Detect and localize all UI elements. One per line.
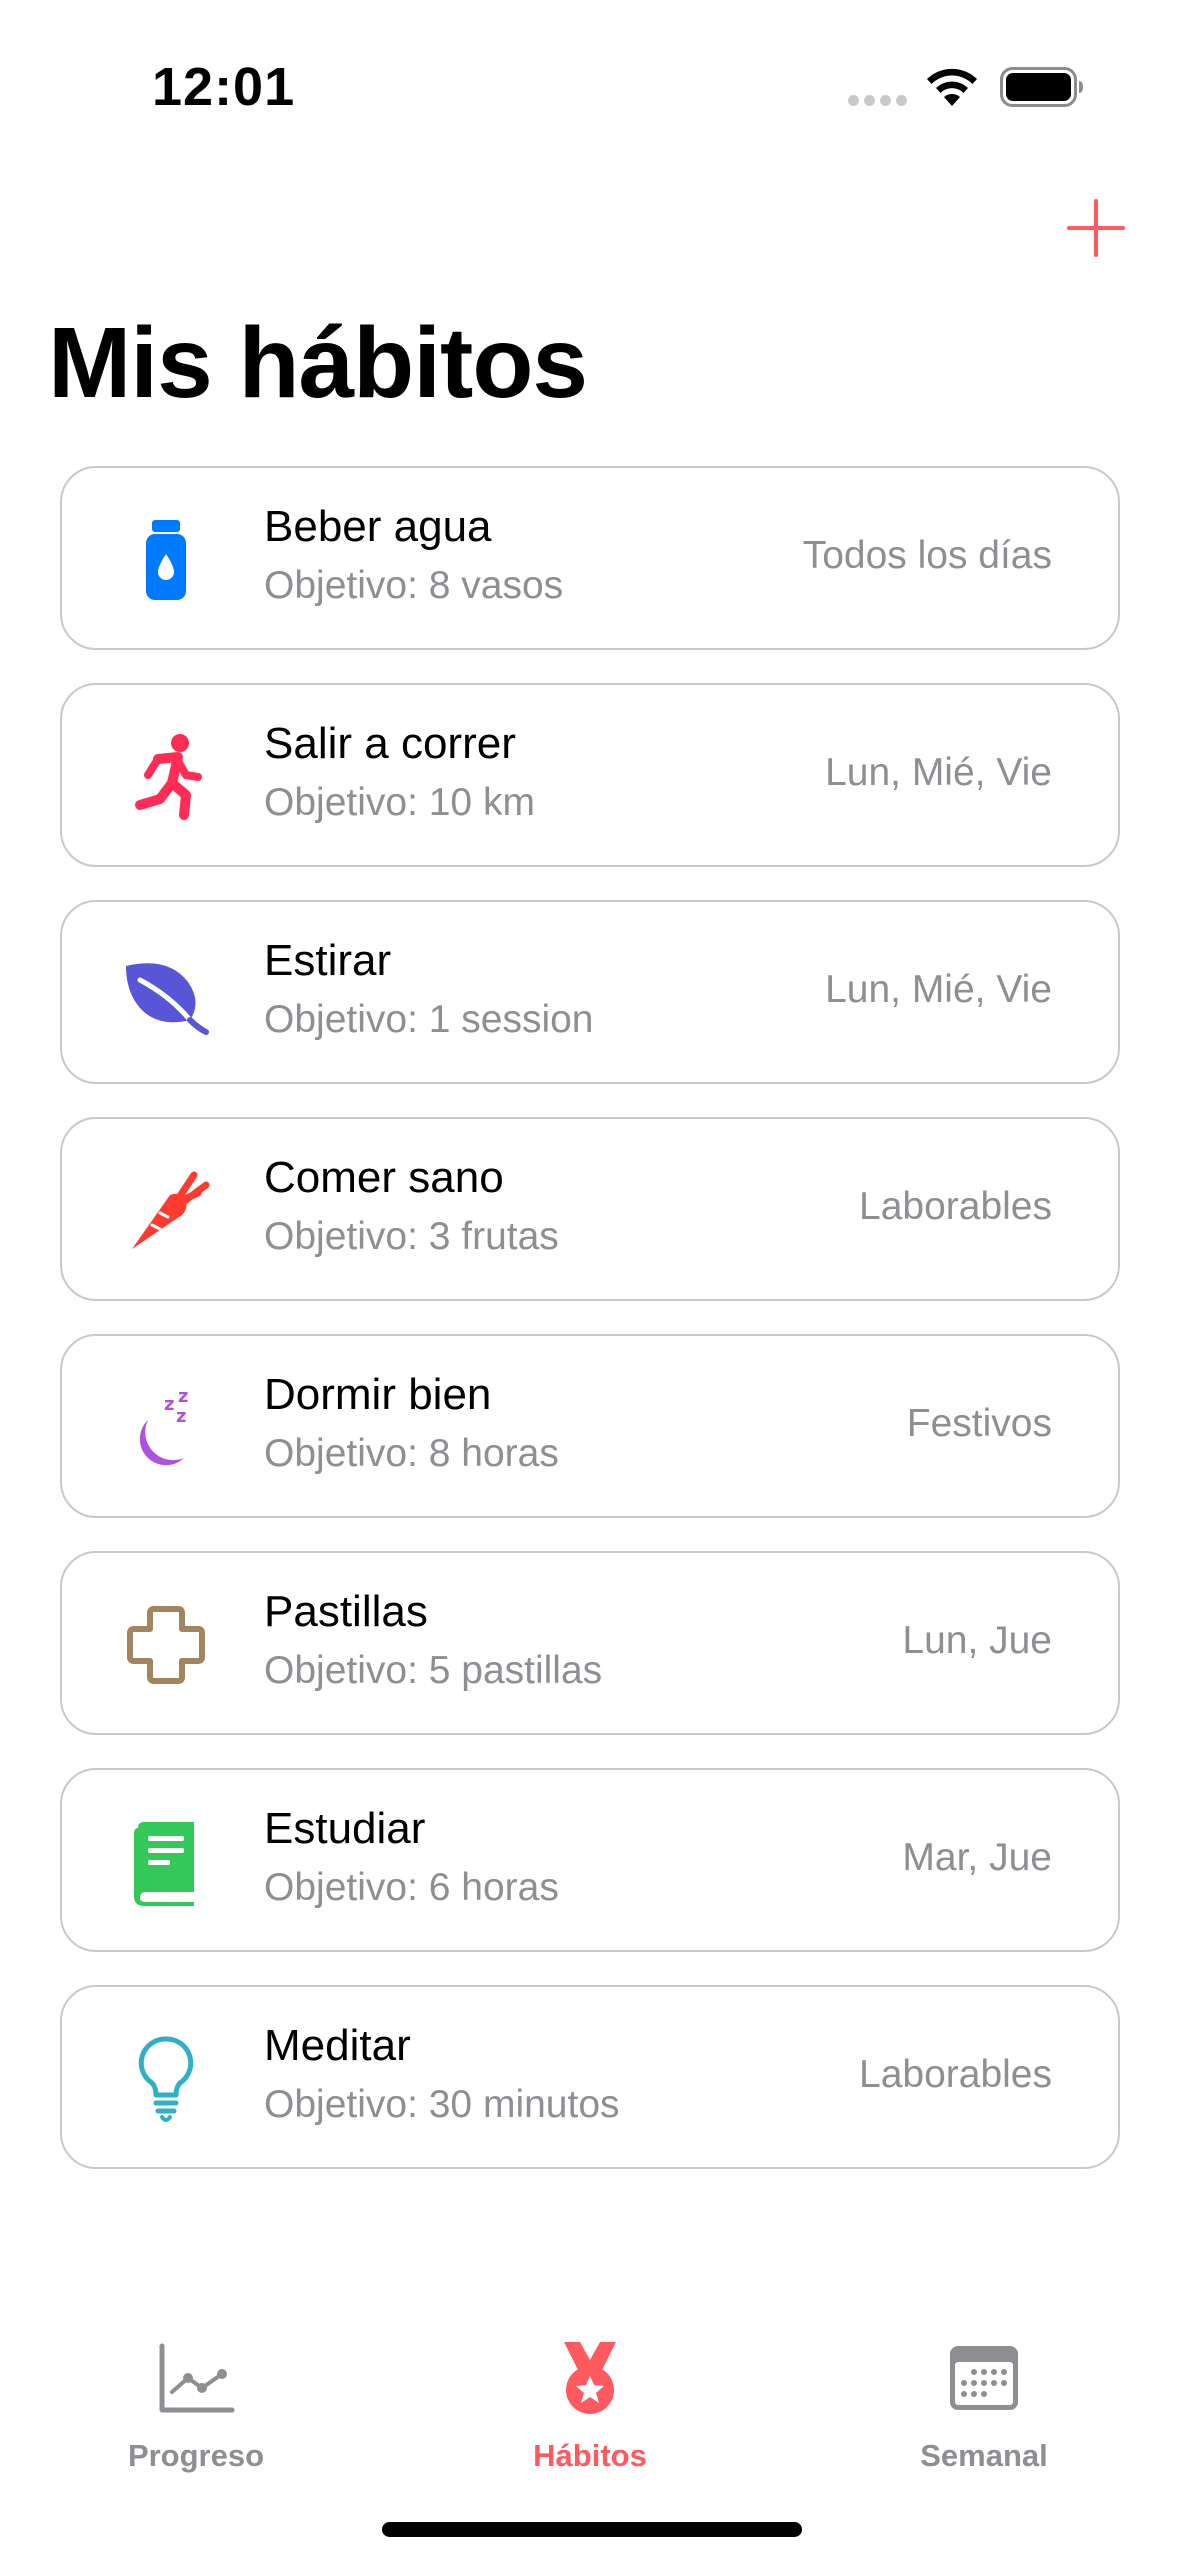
cellular-signal-icon xyxy=(848,95,908,107)
habit-name: Meditar xyxy=(264,2021,411,2070)
habit-name: Comer sano xyxy=(264,1153,504,1202)
habit-goal: Objetivo: 3 frutas xyxy=(264,1215,559,1258)
habit-schedule: Laborables xyxy=(859,1185,1052,1228)
habit-list: Beber agua Objetivo: 8 vasos Todos los d… xyxy=(60,466,1120,2202)
habit-name: Beber agua xyxy=(264,502,492,551)
svg-text:z: z xyxy=(176,1406,186,1427)
habit-card-pastillas[interactable]: Pastillas Objetivo: 5 pastillas Lun, Jue xyxy=(60,1551,1120,1735)
tab-label: Semanal xyxy=(920,2438,1048,2473)
habit-card-comer-sano[interactable]: Comer sano Objetivo: 3 frutas Laborables xyxy=(60,1117,1120,1301)
habit-schedule: Lun, Jue xyxy=(902,1619,1052,1662)
habit-schedule: Festivos xyxy=(906,1402,1052,1445)
medal-icon xyxy=(564,2342,616,2414)
chart-line-icon xyxy=(159,2343,235,2413)
lightbulb-icon xyxy=(118,2031,214,2127)
status-bar: 12:01 xyxy=(0,0,1179,170)
battery-icon xyxy=(1000,67,1083,107)
tab-progreso[interactable]: Progreso xyxy=(46,2320,346,2473)
habit-goal: Objetivo: 5 pastillas xyxy=(264,1649,603,1692)
svg-text:z: z xyxy=(164,1394,174,1415)
habit-goal: Objetivo: 8 vasos xyxy=(264,564,564,607)
habit-goal: Objetivo: 30 minutos xyxy=(264,2083,620,2126)
habit-name: Estirar xyxy=(264,936,392,985)
habit-card-beber-agua[interactable]: Beber agua Objetivo: 8 vasos Todos los d… xyxy=(60,466,1120,650)
runner-icon xyxy=(118,729,214,825)
habit-schedule: Lun, Mié, Vie xyxy=(825,751,1052,794)
home-indicator[interactable] xyxy=(382,2522,802,2537)
book-icon xyxy=(118,1814,214,1910)
calendar-icon xyxy=(950,2346,1018,2410)
habit-schedule: Laborables xyxy=(859,2053,1052,2096)
water-bottle-icon xyxy=(118,512,214,608)
wifi-icon xyxy=(927,68,977,106)
medical-cross-icon xyxy=(118,1597,214,1693)
tab-semanal[interactable]: Semanal xyxy=(834,2320,1134,2473)
svg-text:z: z xyxy=(178,1386,188,1407)
habit-card-salir-a-correr[interactable]: Salir a correr Objetivo: 10 km Lun, Mié,… xyxy=(60,683,1120,867)
tab-label: Hábitos xyxy=(533,2438,647,2473)
tab-label: Progreso xyxy=(127,2438,265,2473)
habit-name: Estudiar xyxy=(264,1804,426,1853)
habit-schedule: Todos los días xyxy=(802,534,1052,577)
page-title: Mis hábitos xyxy=(48,307,588,419)
habit-card-estirar[interactable]: Estirar Objetivo: 1 session Lun, Mié, Vi… xyxy=(60,900,1120,1084)
habit-name: Dormir bien xyxy=(264,1370,492,1419)
habit-name: Salir a correr xyxy=(264,719,516,768)
habit-goal: Objetivo: 8 horas xyxy=(264,1432,559,1475)
plus-icon xyxy=(1067,199,1125,257)
habit-goal: Objetivo: 6 horas xyxy=(264,1866,559,1909)
habit-goal: Objetivo: 10 km xyxy=(264,781,535,824)
habit-schedule: Lun, Mié, Vie xyxy=(825,968,1052,1011)
tab-bar: Progreso Hábitos Semanal xyxy=(0,2310,1179,2556)
tab-habitos[interactable]: Hábitos xyxy=(440,2320,740,2473)
habit-card-estudiar[interactable]: Estudiar Objetivo: 6 horas Mar, Jue xyxy=(60,1768,1120,1952)
carrot-icon xyxy=(118,1163,214,1259)
moon-zzz-icon: z z z xyxy=(118,1380,214,1476)
leaf-icon xyxy=(118,946,214,1042)
habit-schedule: Mar, Jue xyxy=(902,1836,1052,1879)
habit-card-meditar[interactable]: Meditar Objetivo: 30 minutos Laborables xyxy=(60,1985,1120,2169)
habit-goal: Objetivo: 1 session xyxy=(264,998,594,1041)
habit-name: Pastillas xyxy=(264,1587,428,1636)
status-time: 12:01 xyxy=(152,57,296,117)
habit-card-dormir-bien[interactable]: z z z Dormir bien Objetivo: 8 horas Fest… xyxy=(60,1334,1120,1518)
add-habit-button[interactable] xyxy=(1066,198,1126,258)
app-screen: 12:01 Mis hábitos Beber agua Objetivo: 8… xyxy=(0,0,1179,2556)
